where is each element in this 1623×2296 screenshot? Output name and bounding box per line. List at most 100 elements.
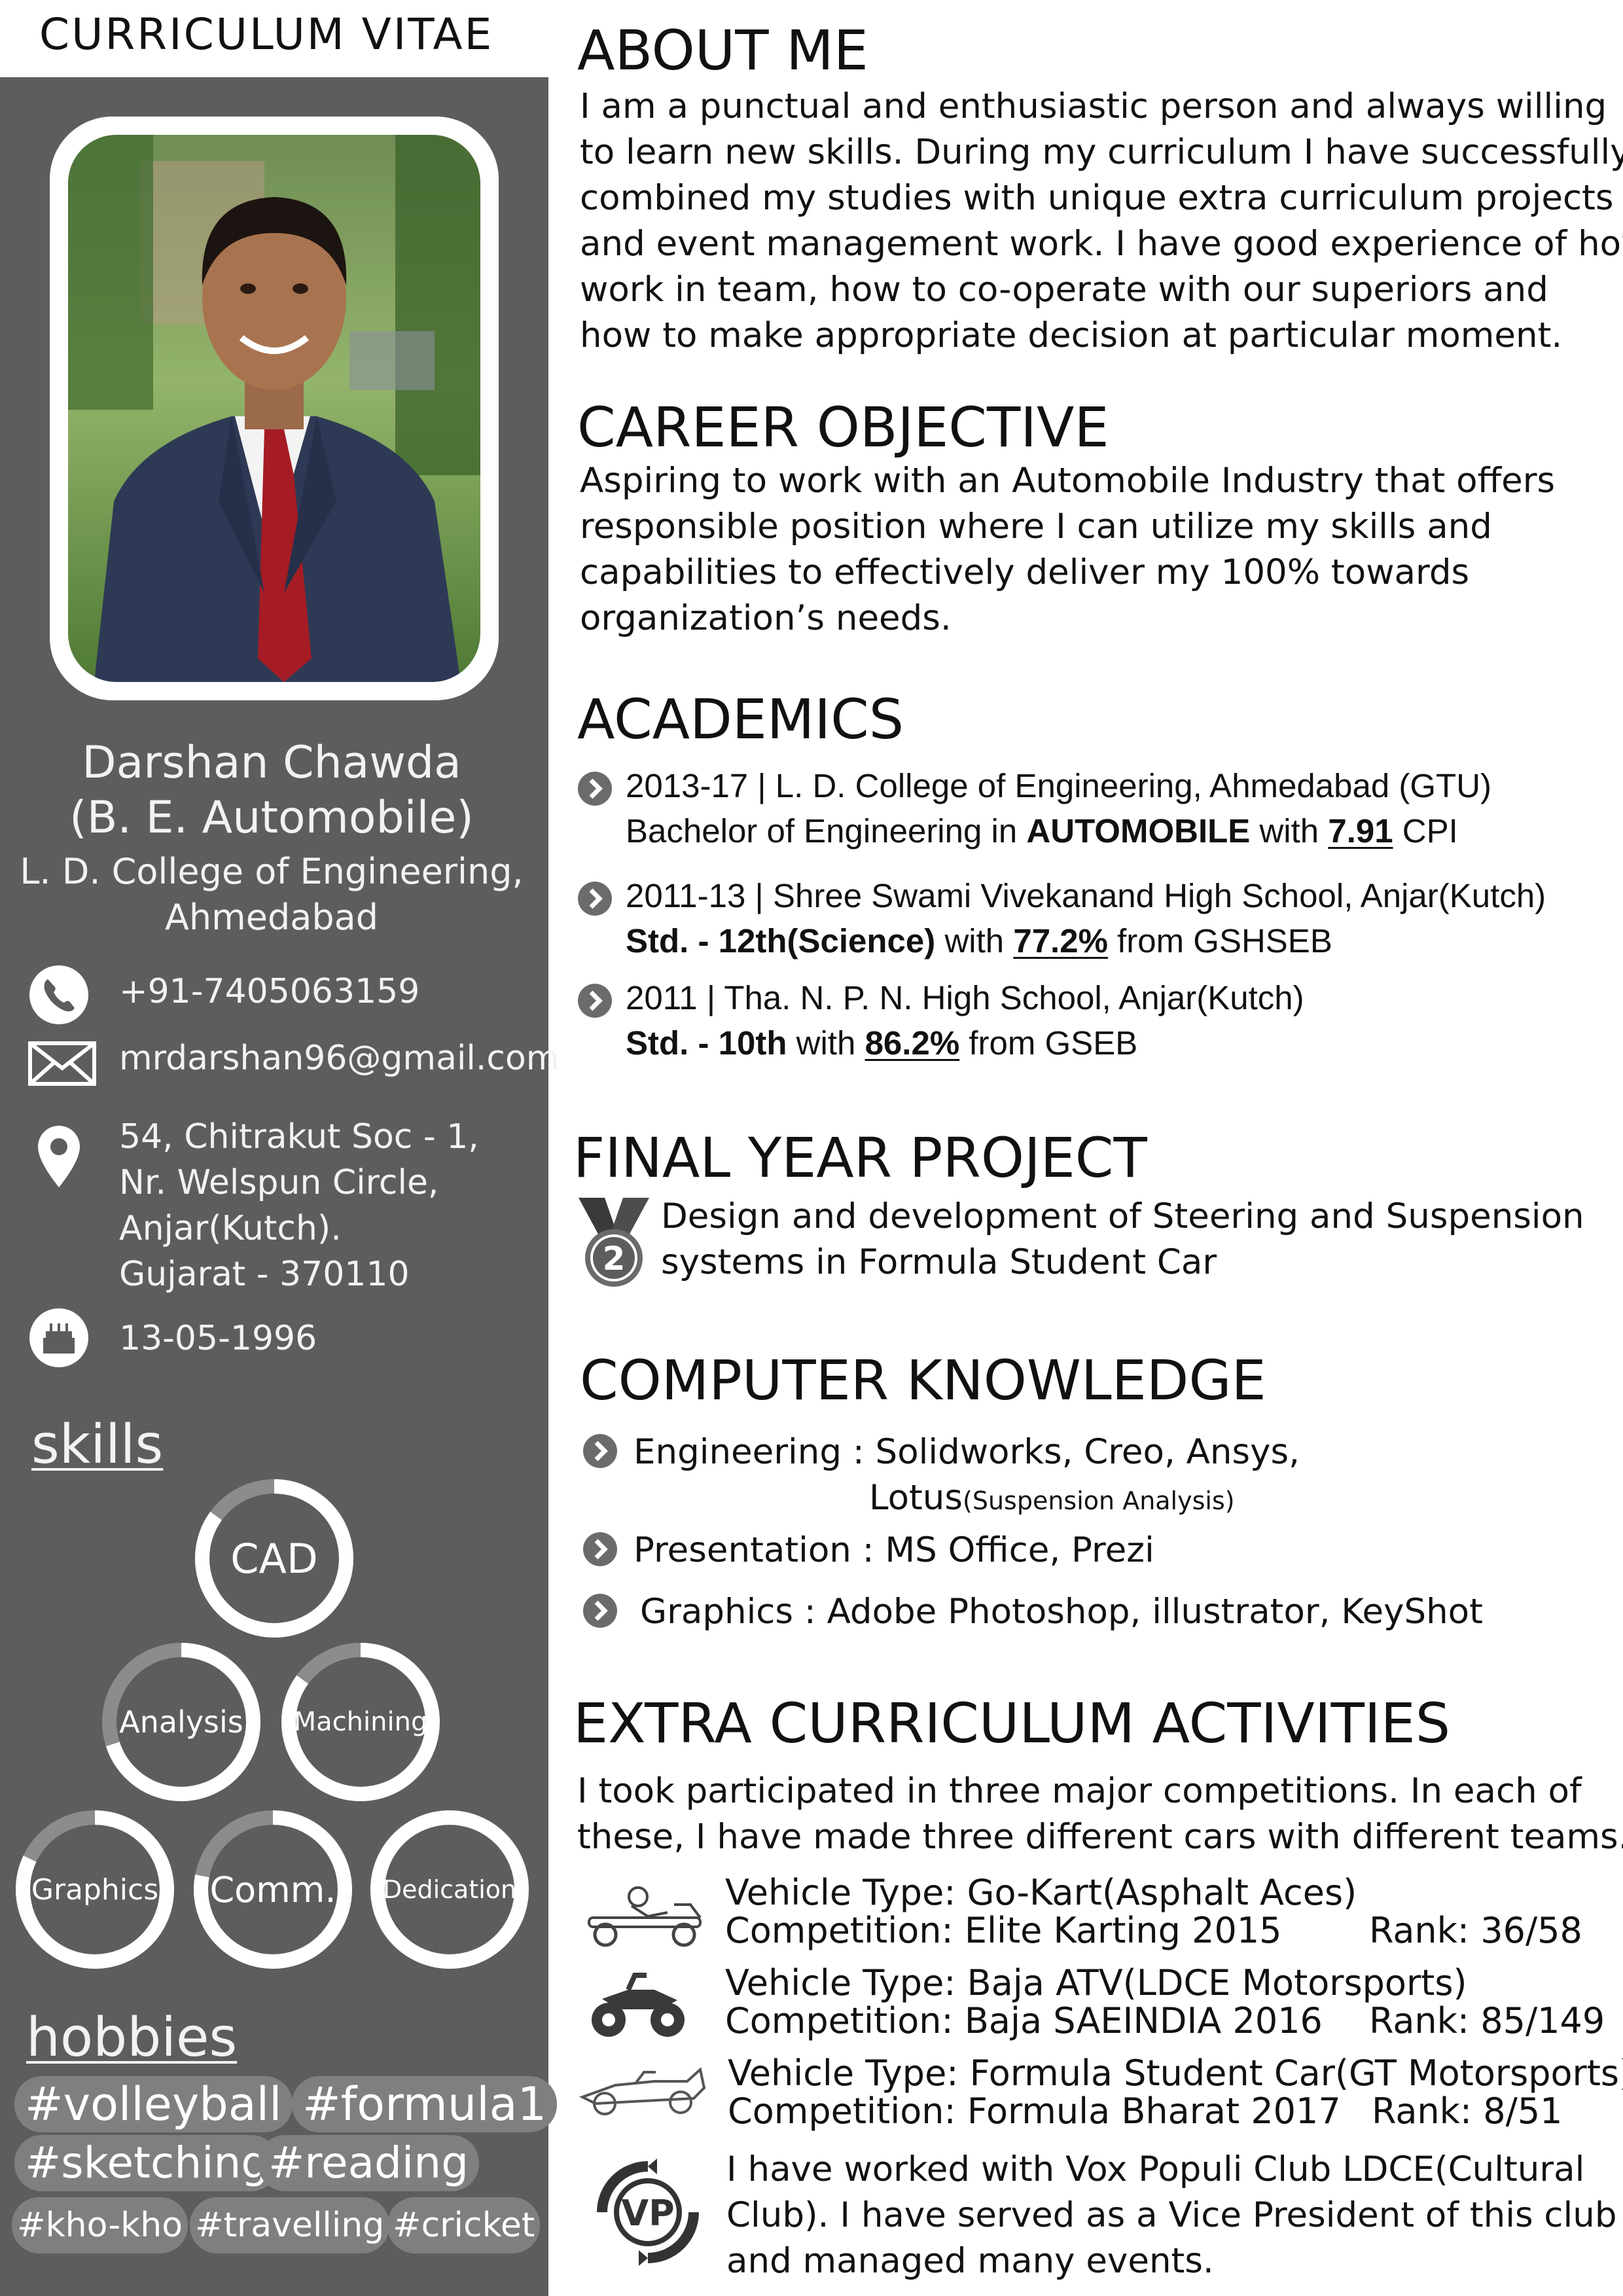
career-line: responsible position where I can utilize… xyxy=(580,507,1492,547)
profile-city: Ahmedabad xyxy=(164,897,378,938)
hobby-tag: #volleyball xyxy=(14,2076,293,2132)
club-line: I have worked with Vox Populi Club LDCE(… xyxy=(726,2149,1585,2189)
about-line: combined my studies with unique extra cu… xyxy=(580,178,1614,218)
hobby-tag: #formula1 xyxy=(292,2076,558,2132)
skill-label: Machining xyxy=(293,1707,428,1737)
date-of-birth: 13-05-1996 xyxy=(119,1319,317,1358)
vehicle-type: Vehicle Type: Baja ATV(LDCE Motorsports) xyxy=(725,1962,1467,2003)
club-line: Club). I have served as a Vice President… xyxy=(726,2195,1617,2235)
profile-college: L. D. College of Engineering, xyxy=(20,851,524,892)
academic-result-suffix: CPI xyxy=(1393,812,1458,850)
address-line-3: Anjar(Kutch). xyxy=(119,1209,342,1248)
competition-rank: Rank: 85/149 xyxy=(1369,2000,1605,2041)
academic-score: 86.2% xyxy=(865,1024,960,1062)
about-line: I am a punctual and enthusiastic person … xyxy=(580,86,1607,126)
academic-result: Std. - 10th with 86.2% from GSEB xyxy=(626,1020,1137,1066)
academic-title: 2013-17 | L. D. College of Engineering, … xyxy=(626,767,1492,804)
phone-number[interactable]: +91-7405063159 xyxy=(119,969,419,1014)
graphics-software: Graphics : Adobe Photoshop, illustrator,… xyxy=(640,1592,1483,1632)
vox-populi-logo: VP xyxy=(589,2153,707,2271)
skill-ring: Analysis xyxy=(99,1640,263,1804)
club-logo-text: VP xyxy=(621,2193,674,2234)
project-line: systems in Formula Student Car xyxy=(661,1242,1217,1282)
email-address[interactable]: mrdarshan96@gmail.com xyxy=(119,1035,559,1081)
formula-car-icon xyxy=(576,2055,707,2121)
academic-standard: Std. - 10th xyxy=(626,1024,787,1062)
hobby-tag: #reading xyxy=(258,2135,479,2191)
medal-number: 2 xyxy=(603,1240,626,1278)
career-line: organization’s needs. xyxy=(580,598,952,638)
project-line: Design and development of Steering and S… xyxy=(661,1196,1584,1236)
address-line-2: Nr. Welspun Circle, xyxy=(119,1163,439,1202)
skill-ring: Dedication xyxy=(368,1808,531,1971)
extra-intro-line: I took participated in three major compe… xyxy=(577,1771,1582,1811)
hobby-tag: #kho-kho xyxy=(12,2197,188,2253)
academic-result-suffix: from GSHSEB xyxy=(1107,922,1332,960)
academic-score: 77.2% xyxy=(1013,922,1108,960)
hobby-tag: #sketching xyxy=(14,2135,279,2191)
go-kart-icon xyxy=(576,1878,713,1950)
academics-heading: ACADEMICS xyxy=(577,687,904,751)
skill-label: Analysis xyxy=(119,1704,243,1740)
academic-title: 2011-13 | Shree Swami Vivekanand High Sc… xyxy=(626,877,1546,914)
academic-score: 7.91 xyxy=(1328,812,1393,850)
engineering-software-cont: Lotus(Suspension Analysis) xyxy=(869,1475,1235,1524)
chevron-right-icon xyxy=(583,1434,617,1468)
address-line-1: 54, Chitrakut Soc - 1, xyxy=(119,1117,479,1157)
academic-result-prefix: Bachelor of Engineering in xyxy=(626,812,1027,850)
profile-photo xyxy=(68,135,480,682)
competition-name: Competition: Baja SAEINDIA 2016 xyxy=(725,2000,1323,2041)
chevron-right-icon xyxy=(583,1532,617,1566)
skill-label: Graphics xyxy=(31,1873,159,1907)
address-line-4: Gujarat - 370110 xyxy=(119,1255,410,1294)
vehicle-type: Vehicle Type: Go-Kart(Asphalt Aces) xyxy=(725,1872,1357,1913)
competition-rank: Rank: 36/58 xyxy=(1369,1910,1582,1951)
skill-label: Dedication xyxy=(382,1875,517,1904)
atv-icon xyxy=(589,1964,687,2042)
extra-intro-line: these, I have made three different cars … xyxy=(577,1817,1623,1857)
extra-heading: EXTRA CURRICULUM ACTIVITIES xyxy=(573,1691,1451,1755)
profile-degree: (B. E. Automobile) xyxy=(69,792,474,844)
competition-name: Competition: Elite Karting 2015 xyxy=(725,1910,1282,1951)
presentation-software: Presentation : MS Office, Prezi xyxy=(633,1530,1154,1570)
email-icon xyxy=(26,1029,96,1094)
computer-heading: COMPUTER KNOWLEDGE xyxy=(580,1348,1266,1412)
phone-icon xyxy=(26,962,92,1028)
career-line: Aspiring to work with an Automobile Indu… xyxy=(580,461,1556,501)
academic-major: AUTOMOBILE xyxy=(1026,812,1251,850)
about-line: work in team, how to co-operate with our… xyxy=(580,270,1548,310)
lotus-label: Lotus xyxy=(869,1478,963,1518)
academic-result: Std. - 12th(Science) with 77.2% from GSH… xyxy=(626,918,1332,963)
skill-ring: Comm. xyxy=(191,1808,355,1971)
career-line: capabilities to effectively deliver my 1… xyxy=(580,552,1470,592)
birthday-cake-icon xyxy=(26,1305,92,1371)
chevron-right-icon xyxy=(583,1594,617,1628)
chevron-right-icon xyxy=(578,984,612,1018)
cv-title: CURRICULUM VITAE xyxy=(39,9,494,60)
project-heading: FINAL YEAR PROJECT xyxy=(573,1126,1147,1190)
competition-name: Competition: Formula Bharat 2017 xyxy=(728,2090,1341,2132)
location-pin-icon xyxy=(26,1119,92,1187)
academic-result-suffix: from GSEB xyxy=(959,1024,1138,1062)
skill-label: Comm. xyxy=(209,1869,336,1910)
academic-result-connector: with xyxy=(935,922,1014,960)
skill-ring: Graphics xyxy=(13,1808,177,1971)
skill-ring: Machining xyxy=(279,1640,442,1804)
about-heading: ABOUT ME xyxy=(577,18,868,82)
academic-title: 2011 | Tha. N. P. N. High School, Anjar(… xyxy=(626,979,1304,1016)
club-line: and managed many events. xyxy=(726,2241,1214,2281)
career-heading: CAREER OBJECTIVE xyxy=(577,395,1109,459)
profile-name: Darshan Chawda xyxy=(82,737,461,789)
competition-rank: Rank: 8/51 xyxy=(1372,2090,1563,2132)
engineering-software: Engineering : Solidworks, Creo, Ansys, xyxy=(633,1432,1300,1472)
vehicle-type: Vehicle Type: Formula Student Car(GT Mot… xyxy=(728,2053,1623,2094)
medal-icon: 2 xyxy=(575,1198,653,1289)
skills-heading: skills xyxy=(31,1414,164,1476)
hobby-tag: #travelling xyxy=(190,2197,390,2253)
skill-ring: CAD xyxy=(192,1477,356,1640)
about-line: and event management work. I have good e… xyxy=(580,224,1623,264)
academic-result-connector: with xyxy=(1250,812,1329,850)
about-line: how to make appropriate decision at part… xyxy=(580,315,1563,355)
hobby-tag: #cricket xyxy=(387,2197,541,2253)
hobbies-heading: hobbies xyxy=(26,2007,238,2069)
